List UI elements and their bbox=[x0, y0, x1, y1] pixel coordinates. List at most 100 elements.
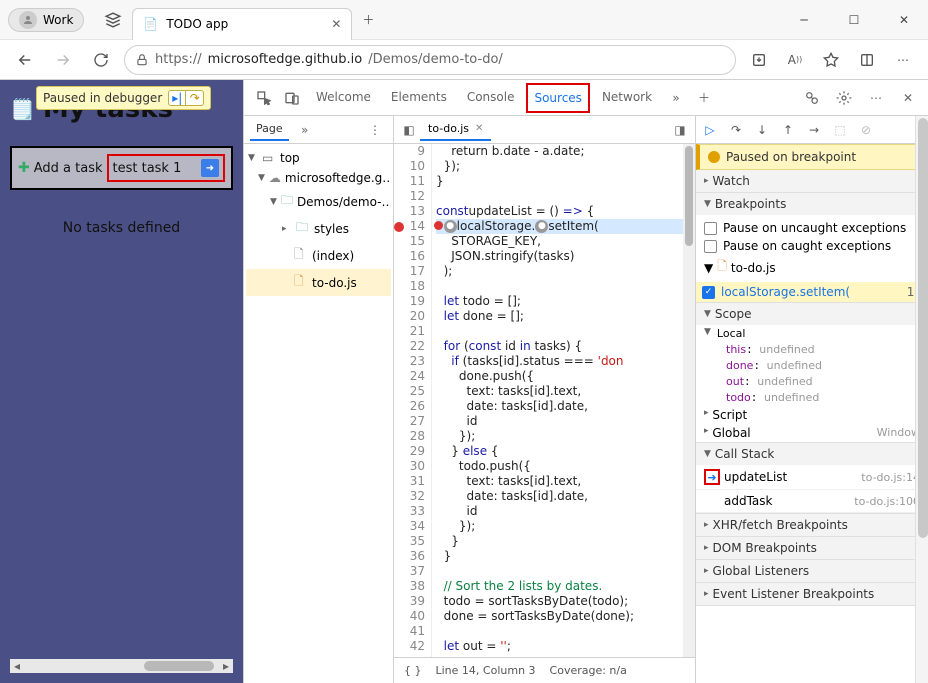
overlay-resume-button[interactable]: ▸| bbox=[168, 90, 186, 106]
add-tab-icon[interactable]: ＋ bbox=[692, 86, 716, 110]
source-lines: return b.date - a.date; });}constupdateL… bbox=[432, 144, 683, 657]
paused-label: Paused in debugger bbox=[43, 91, 162, 105]
section-dom[interactable]: ▸DOM Breakpoints bbox=[696, 537, 928, 559]
nav-tab-page[interactable]: Page bbox=[250, 118, 289, 141]
profile-button[interactable]: Work bbox=[8, 8, 84, 32]
tab-elements[interactable]: Elements bbox=[383, 82, 455, 114]
source-editor: ◧ to-do.js ✕ ◨ 9101112131415161718192021… bbox=[394, 116, 696, 683]
url-path: /Demos/demo-to-do/ bbox=[368, 52, 503, 67]
editor-tab[interactable]: to-do.js ✕ bbox=[420, 118, 491, 141]
toggle-navigator-icon[interactable]: ◧ bbox=[398, 123, 420, 137]
scope-variable: todo: undefined bbox=[696, 390, 928, 406]
sources-navigator: Page » ⋮ ▼▭top ▼☁microsoftedge.g… ▼🗀Demo… bbox=[244, 116, 394, 683]
stack-frame[interactable]: ➜updateListto-do.js:14 bbox=[696, 465, 928, 490]
target-page: Paused in debugger ▸| ↷ 🗒️ My tasks ✚ Ad… bbox=[0, 80, 243, 683]
section-listeners[interactable]: ▸Global Listeners bbox=[696, 560, 928, 582]
workspaces-icon[interactable] bbox=[104, 11, 122, 29]
deactivate-breakpoints-button[interactable]: ⬚ bbox=[832, 123, 848, 137]
tab-sources[interactable]: Sources bbox=[526, 83, 589, 113]
maximize-button[interactable]: ☐ bbox=[838, 8, 870, 32]
pause-uncaught-checkbox[interactable]: Pause on uncaught exceptions bbox=[704, 219, 920, 237]
editor-tab-label: to-do.js bbox=[428, 122, 469, 135]
url-scheme: https:// bbox=[155, 52, 202, 67]
section-events[interactable]: ▸Event Listener Breakpoints bbox=[696, 583, 928, 605]
overlay-step-button[interactable]: ↷ bbox=[186, 90, 204, 106]
close-editor-tab-icon[interactable]: ✕ bbox=[475, 123, 483, 134]
step-button[interactable]: → bbox=[806, 123, 822, 137]
add-task-form: ✚ Add a task test task 1 ➜ bbox=[10, 146, 233, 190]
section-scope[interactable]: ▼Scope bbox=[696, 303, 928, 325]
browser-toolbar: https://microsoftedge.github.io/Demos/de… bbox=[0, 40, 928, 80]
profile-avatar-icon bbox=[19, 11, 37, 29]
submit-task-button[interactable]: ➜ bbox=[201, 159, 219, 177]
step-out-button[interactable]: ↑ bbox=[780, 123, 796, 137]
back-button[interactable] bbox=[10, 45, 40, 75]
line-gutter: 9101112131415161718192021222324252627282… bbox=[394, 144, 432, 657]
editor-statusbar: { } Line 14, Column 3 Coverage: n/a bbox=[394, 657, 695, 683]
debugger-controls: ▷ ↷ ↓ ↑ → ⬚ ⊘ bbox=[696, 116, 928, 144]
address-bar[interactable]: https://microsoftedge.github.io/Demos/de… bbox=[124, 45, 736, 75]
horizontal-scrollbar[interactable]: ◂ ▸ bbox=[10, 659, 233, 673]
scope-script[interactable]: ▸ Script bbox=[696, 406, 928, 424]
favorite-icon[interactable] bbox=[816, 45, 846, 75]
tree-index[interactable]: 🗋(index) bbox=[246, 242, 391, 269]
notepad-icon: 🗒️ bbox=[10, 97, 35, 121]
close-tab-icon[interactable]: ✕ bbox=[331, 17, 341, 31]
tree-styles[interactable]: ▸🗀styles bbox=[246, 215, 391, 242]
tree-script[interactable]: 🗋to-do.js bbox=[246, 269, 391, 296]
minimize-button[interactable]: ─ bbox=[788, 8, 820, 32]
pause-exceptions-button[interactable]: ⊘ bbox=[858, 123, 874, 137]
nav-menu-icon[interactable]: ⋮ bbox=[363, 118, 387, 142]
inspect-element-icon[interactable] bbox=[252, 86, 276, 110]
code-area[interactable]: 9101112131415161718192021222324252627282… bbox=[394, 144, 695, 657]
nav-more-tabs-icon[interactable]: » bbox=[293, 118, 317, 142]
editor-scrollbar[interactable] bbox=[683, 144, 695, 657]
resume-button[interactable]: ▷ bbox=[702, 123, 718, 137]
debugger-scrollbar[interactable] bbox=[915, 116, 928, 683]
section-callstack[interactable]: ▼Call Stack bbox=[696, 443, 928, 465]
tree-host[interactable]: ▼☁microsoftedge.g… bbox=[246, 168, 391, 188]
tab-welcome[interactable]: Welcome bbox=[308, 82, 379, 114]
breakpoint-entry[interactable]: ✓ localStorage.setItem( 14 bbox=[696, 282, 928, 302]
breakpoint-file[interactable]: ▼🗋to-do.js bbox=[704, 255, 920, 280]
collections-icon[interactable] bbox=[852, 45, 882, 75]
toggle-debugger-icon[interactable]: ◨ bbox=[669, 123, 691, 137]
section-xhr[interactable]: ▸XHR/fetch Breakpoints bbox=[696, 514, 928, 536]
window-titlebar: Work 📄 TODO app ✕ ＋ ─ ☐ ✕ bbox=[0, 0, 928, 40]
lock-icon bbox=[135, 53, 149, 67]
close-devtools-icon[interactable]: ✕ bbox=[896, 86, 920, 110]
devtools-tabbar: Welcome Elements Console Sources Network… bbox=[244, 80, 928, 116]
scope-local[interactable]: ▼Local bbox=[696, 325, 928, 342]
tab-console[interactable]: Console bbox=[459, 82, 523, 114]
settings-icon[interactable] bbox=[832, 86, 856, 110]
step-into-button[interactable]: ↓ bbox=[754, 123, 770, 137]
status-position: Line 14, Column 3 bbox=[436, 664, 536, 677]
task-input[interactable]: test task 1 bbox=[113, 161, 198, 176]
tree-top[interactable]: ▼▭top bbox=[246, 148, 391, 168]
new-tab-button[interactable]: ＋ bbox=[358, 7, 378, 32]
scope-variable: out: undefined bbox=[696, 374, 928, 390]
reload-button[interactable] bbox=[86, 45, 116, 75]
stack-frame[interactable]: addTaskto-do.js:100 bbox=[696, 490, 928, 513]
devtools-menu-icon[interactable]: ⋯ bbox=[864, 86, 888, 110]
step-over-button[interactable]: ↷ bbox=[728, 123, 744, 137]
issues-icon[interactable] bbox=[800, 86, 824, 110]
device-toolbar-icon[interactable] bbox=[280, 86, 304, 110]
forward-button[interactable] bbox=[48, 45, 78, 75]
browser-tab-title: TODO app bbox=[166, 17, 228, 31]
read-aloud-icon[interactable]: A)) bbox=[780, 45, 810, 75]
status-braces[interactable]: { } bbox=[404, 664, 422, 677]
pause-caught-checkbox[interactable]: Pause on caught exceptions bbox=[704, 237, 920, 255]
section-watch[interactable]: ▸Watch bbox=[696, 170, 928, 192]
more-tabs-icon[interactable]: » bbox=[664, 86, 688, 110]
devtools-panel: Welcome Elements Console Sources Network… bbox=[243, 80, 928, 683]
add-task-label: Add a task bbox=[34, 161, 103, 176]
close-window-button[interactable]: ✕ bbox=[888, 8, 920, 32]
tree-folder[interactable]: ▼🗀Demos/demo-… bbox=[246, 188, 391, 215]
browser-tab[interactable]: 📄 TODO app ✕ bbox=[132, 8, 352, 40]
section-breakpoints[interactable]: ▼Breakpoints bbox=[696, 193, 928, 215]
tab-network[interactable]: Network bbox=[594, 82, 660, 114]
menu-button[interactable]: ⋯ bbox=[888, 45, 918, 75]
scope-global[interactable]: ▸ GlobalWindow bbox=[696, 424, 928, 442]
app-install-icon[interactable] bbox=[744, 45, 774, 75]
